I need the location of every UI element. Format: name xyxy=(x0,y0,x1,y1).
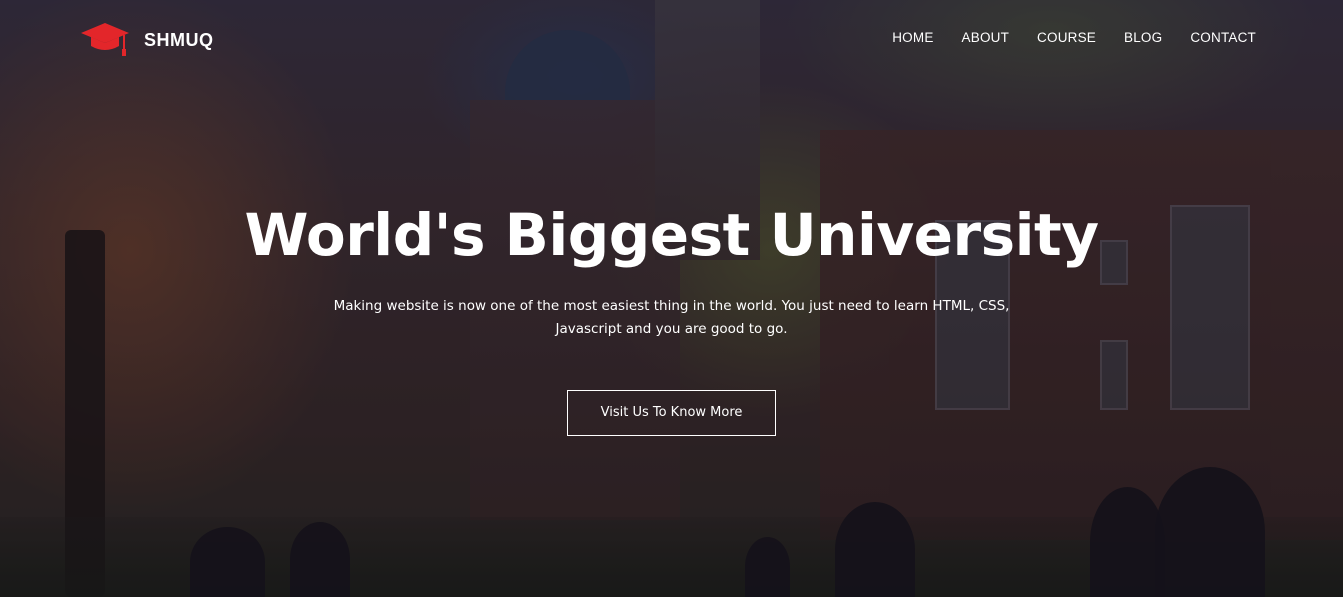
site-header: SHMUQ HOME ABOUT COURSE BLOG CONTACT xyxy=(0,0,1343,80)
graduation-cap-icon xyxy=(81,23,129,56)
nav-blog[interactable]: BLOG xyxy=(1124,30,1162,45)
main-nav: HOME ABOUT COURSE BLOG CONTACT xyxy=(892,30,1256,45)
hero-title: World's Biggest University xyxy=(244,201,1099,269)
nav-about[interactable]: ABOUT xyxy=(962,30,1010,45)
nav-course[interactable]: COURSE xyxy=(1037,30,1096,45)
nav-home[interactable]: HOME xyxy=(892,30,933,45)
hero-content: World's Biggest University Making websit… xyxy=(0,195,1343,436)
brand-name: SHMUQ xyxy=(144,29,214,50)
hero-subtitle: Making website is now one of the most ea… xyxy=(333,298,1010,337)
nav-contact[interactable]: CONTACT xyxy=(1190,30,1256,45)
visit-us-button[interactable]: Visit Us To Know More xyxy=(567,390,776,436)
brand-logo[interactable]: SHMUQ xyxy=(80,20,214,60)
hero-section: SHMUQ HOME ABOUT COURSE BLOG CONTACT Wor… xyxy=(0,0,1343,597)
